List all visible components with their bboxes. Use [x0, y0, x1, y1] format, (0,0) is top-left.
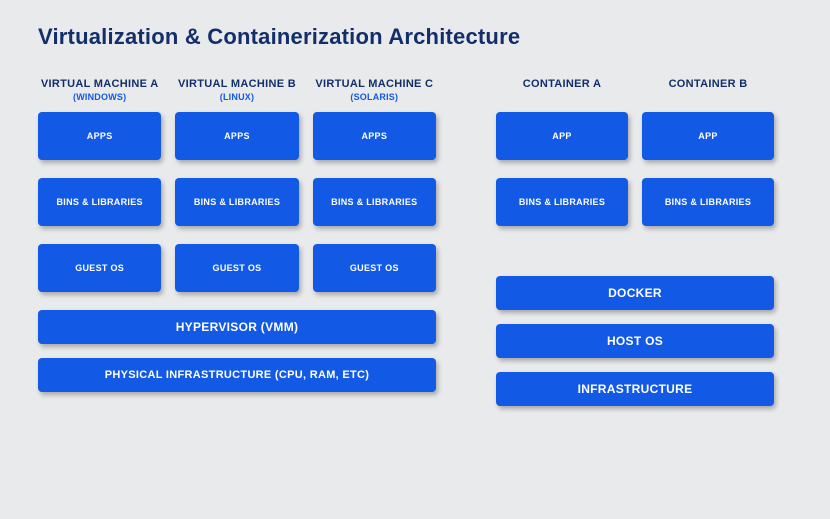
vm-b-bins: BINS & LIBRARIES	[175, 178, 298, 226]
vm-infra: PHYSICAL INFRASTRUCTURE (CPU, RAM, ETC)	[38, 358, 436, 392]
diagram-title: Virtualization & Containerization Archit…	[38, 24, 792, 50]
container-stack: CONTAINER A CONTAINER B APP APP BINS & L…	[496, 78, 774, 406]
vm-a-bins: BINS & LIBRARIES	[38, 178, 161, 226]
vm-header-a-sub: (WINDOWS)	[38, 92, 161, 102]
container-a-app: APP	[496, 112, 628, 160]
vm-c-os: GUEST OS	[313, 244, 436, 292]
container-apps-row: APP APP	[496, 112, 774, 160]
container-a-bins: BINS & LIBRARIES	[496, 178, 628, 226]
vm-headers: VIRTUAL MACHINE A (WINDOWS) VIRTUAL MACH…	[38, 78, 436, 102]
vm-stack: VIRTUAL MACHINE A (WINDOWS) VIRTUAL MACH…	[38, 78, 436, 406]
container-header-b-label: CONTAINER B	[642, 78, 774, 91]
vm-header-a: VIRTUAL MACHINE A (WINDOWS)	[38, 78, 161, 102]
vm-bins-row: BINS & LIBRARIES BINS & LIBRARIES BINS &…	[38, 178, 436, 226]
container-b-bins: BINS & LIBRARIES	[642, 178, 774, 226]
container-headers: CONTAINER A CONTAINER B	[496, 78, 774, 102]
container-bins-row: BINS & LIBRARIES BINS & LIBRARIES	[496, 178, 774, 226]
container-docker-row: DOCKER	[496, 276, 774, 310]
vm-header-c-sub: (SOLARIS)	[313, 92, 436, 102]
container-header-b-spacer	[642, 92, 774, 102]
vm-c-apps: APPS	[313, 112, 436, 160]
vm-a-os: GUEST OS	[38, 244, 161, 292]
container-header-a-label: CONTAINER A	[496, 78, 628, 91]
vm-header-a-label: VIRTUAL MACHINE A	[38, 78, 161, 91]
vm-hypervisor: HYPERVISOR (VMM)	[38, 310, 436, 344]
container-header-a-spacer	[496, 92, 628, 102]
vm-hypervisor-row: HYPERVISOR (VMM)	[38, 310, 436, 344]
vm-header-c: VIRTUAL MACHINE C (SOLARIS)	[313, 78, 436, 102]
vm-header-b-sub: (LINUX)	[175, 92, 298, 102]
vm-header-b-label: VIRTUAL MACHINE B	[175, 78, 298, 91]
container-docker: DOCKER	[496, 276, 774, 310]
vm-c-bins: BINS & LIBRARIES	[313, 178, 436, 226]
vm-guestos-row: GUEST OS GUEST OS GUEST OS	[38, 244, 436, 292]
vm-header-b: VIRTUAL MACHINE B (LINUX)	[175, 78, 298, 102]
vm-infra-row: PHYSICAL INFRASTRUCTURE (CPU, RAM, ETC)	[38, 358, 436, 392]
vm-b-apps: APPS	[175, 112, 298, 160]
vm-apps-row: APPS APPS APPS	[38, 112, 436, 160]
container-b-app: APP	[642, 112, 774, 160]
vm-header-c-label: VIRTUAL MACHINE C	[313, 78, 436, 91]
container-header-b: CONTAINER B	[642, 78, 774, 102]
container-hostos-row: HOST OS	[496, 324, 774, 358]
container-infra-row: INFRASTRUCTURE	[496, 372, 774, 406]
diagram-stage: VIRTUAL MACHINE A (WINDOWS) VIRTUAL MACH…	[38, 78, 792, 406]
container-infra: INFRASTRUCTURE	[496, 372, 774, 406]
container-hostos: HOST OS	[496, 324, 774, 358]
container-header-a: CONTAINER A	[496, 78, 628, 102]
container-gap-spacer	[496, 244, 774, 276]
vm-a-apps: APPS	[38, 112, 161, 160]
vm-b-os: GUEST OS	[175, 244, 298, 292]
